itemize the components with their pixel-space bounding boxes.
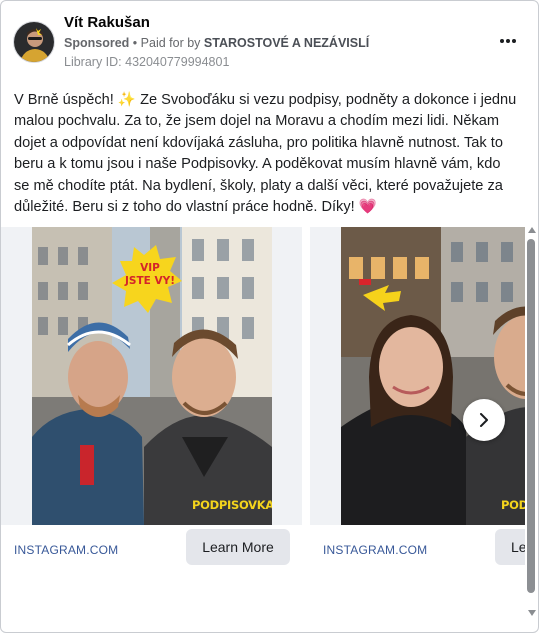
badge-line2: JSTE VY!	[125, 275, 175, 287]
scroll-up-arrow-icon[interactable]	[528, 227, 536, 233]
sponsored-line: Sponsored • Paid for by STAROSTOVÉ A NEZ…	[64, 36, 369, 50]
heart-emoji: 💗	[358, 199, 377, 216]
learn-more-button[interactable]: Le	[495, 529, 525, 565]
library-id: Library ID: 432040779994801	[64, 55, 230, 69]
card-footer: INSTAGRAM.COM Learn More	[1, 525, 302, 577]
card-domain[interactable]: INSTAGRAM.COM	[14, 543, 118, 557]
avatar[interactable]	[13, 21, 55, 63]
scroll-thumb[interactable]	[527, 239, 535, 593]
more-options-button[interactable]	[495, 31, 521, 51]
scrollbar[interactable]	[525, 227, 538, 622]
post-text-part2: Ze Svoboďáku si vezu podpisy, podněty a …	[14, 92, 517, 216]
post-text-part1: V Brně úspěch!	[14, 92, 118, 108]
more-horizontal-icon	[500, 39, 504, 43]
carousel-card[interactable]: VIP JSTE VY! PODPISOVKA INSTAGRAM.COM Le…	[1, 227, 302, 577]
ad-card: Vít Rakušan Sponsored • Paid for by STAR…	[0, 0, 539, 633]
vip-badge: VIP JSTE VY!	[121, 262, 179, 288]
podpisovka-overlay: PODPISOVKA	[192, 498, 272, 512]
sparkle-emoji: ✨	[117, 92, 137, 108]
carousel-next-button[interactable]	[463, 399, 505, 441]
separator: •	[132, 36, 138, 50]
post-text: V Brně úspěch! ✨ Ze Svoboďáku si vezu po…	[14, 90, 519, 218]
badge-line1: VIP	[140, 262, 160, 274]
learn-more-button[interactable]: Learn More	[186, 529, 290, 565]
card-image[interactable]: VIP JSTE VY! PODPISOVKA	[32, 227, 272, 525]
podpisovka-overlay: PODP	[501, 498, 525, 512]
paid-for-prefix: Paid for by	[140, 36, 201, 50]
payer-name[interactable]: STAROSTOVÉ A NEZÁVISLÍ	[204, 36, 369, 50]
carousel: VIP JSTE VY! PODPISOVKA INSTAGRAM.COM Le…	[1, 227, 525, 577]
sponsored-label: Sponsored	[64, 36, 130, 50]
card-image[interactable]: PODP	[341, 227, 525, 525]
scroll-down-arrow-icon[interactable]	[528, 610, 536, 616]
card-domain[interactable]: INSTAGRAM.COM	[323, 543, 427, 557]
chevron-right-icon	[480, 413, 488, 427]
page-name[interactable]: Vít Rakušan	[64, 14, 150, 31]
card-footer: INSTAGRAM.COM Le	[310, 525, 525, 577]
